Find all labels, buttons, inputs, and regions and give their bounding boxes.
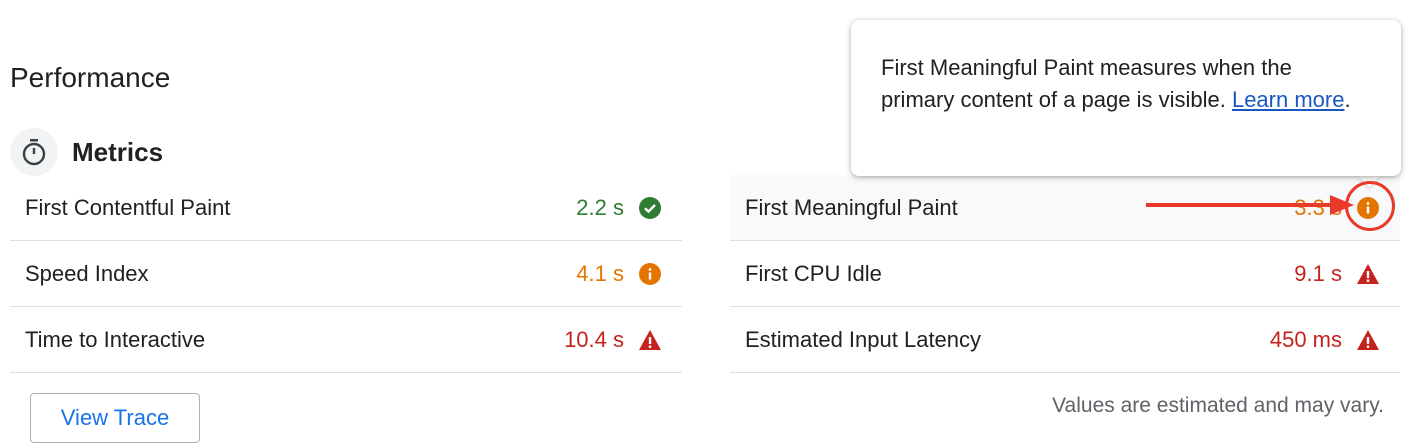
metric-value: 2.2 s [576,194,624,220]
section-title: Performance [10,62,171,93]
metrics-right-column: First Meaningful Paint 3.3 s First CPU I… [730,175,1400,373]
metric-value: 450 ms [1269,326,1342,352]
metrics-header: Metrics [10,128,163,176]
metric-value: 4.1 s [576,260,624,286]
fail-warning-icon [638,328,662,352]
metric-label: First Contentful Paint [25,194,231,220]
metric-label: Estimated Input Latency [745,326,982,352]
metric-value: 9.1 s [1294,260,1342,286]
learn-more-link[interactable]: Learn more [1232,87,1345,112]
fail-warning-icon [1356,262,1380,286]
metric-label: Speed Index [25,260,149,286]
metric-row-first-cpu-idle: First CPU Idle 9.1 s [730,241,1400,307]
average-info-icon[interactable] [1356,196,1380,220]
metrics-left-column: First Contentful Paint 2.2 s Speed Index… [10,175,682,373]
metric-label: Time to Interactive [25,326,206,352]
pass-check-icon [638,196,662,220]
metric-row-first-meaningful-paint: First Meaningful Paint 3.3 s [730,175,1400,241]
tooltip-text: First Meaningful Paint measures when the… [881,55,1292,112]
timer-icon [10,128,58,176]
average-info-icon [638,262,662,286]
metric-row-speed-index: Speed Index 4.1 s [10,241,682,307]
fail-warning-icon [1356,328,1380,352]
metric-row-first-contentful-paint: First Contentful Paint 2.2 s [10,175,682,241]
metric-tooltip: First Meaningful Paint measures when the… [851,20,1401,176]
metric-label: First CPU Idle [745,260,882,286]
metric-row-time-to-interactive: Time to Interactive 10.4 s [10,307,682,373]
metric-value: 3.3 s [1294,194,1342,220]
estimate-note: Values are estimated and may vary. [1052,394,1384,417]
metric-row-estimated-input-latency: Estimated Input Latency 450 ms [730,307,1400,373]
metric-label: First Meaningful Paint [745,194,958,220]
view-trace-button[interactable]: View Trace [30,393,200,443]
metrics-title: Metrics [72,136,164,167]
tooltip-suffix: . [1344,87,1351,112]
metric-value: 10.4 s [564,326,624,352]
